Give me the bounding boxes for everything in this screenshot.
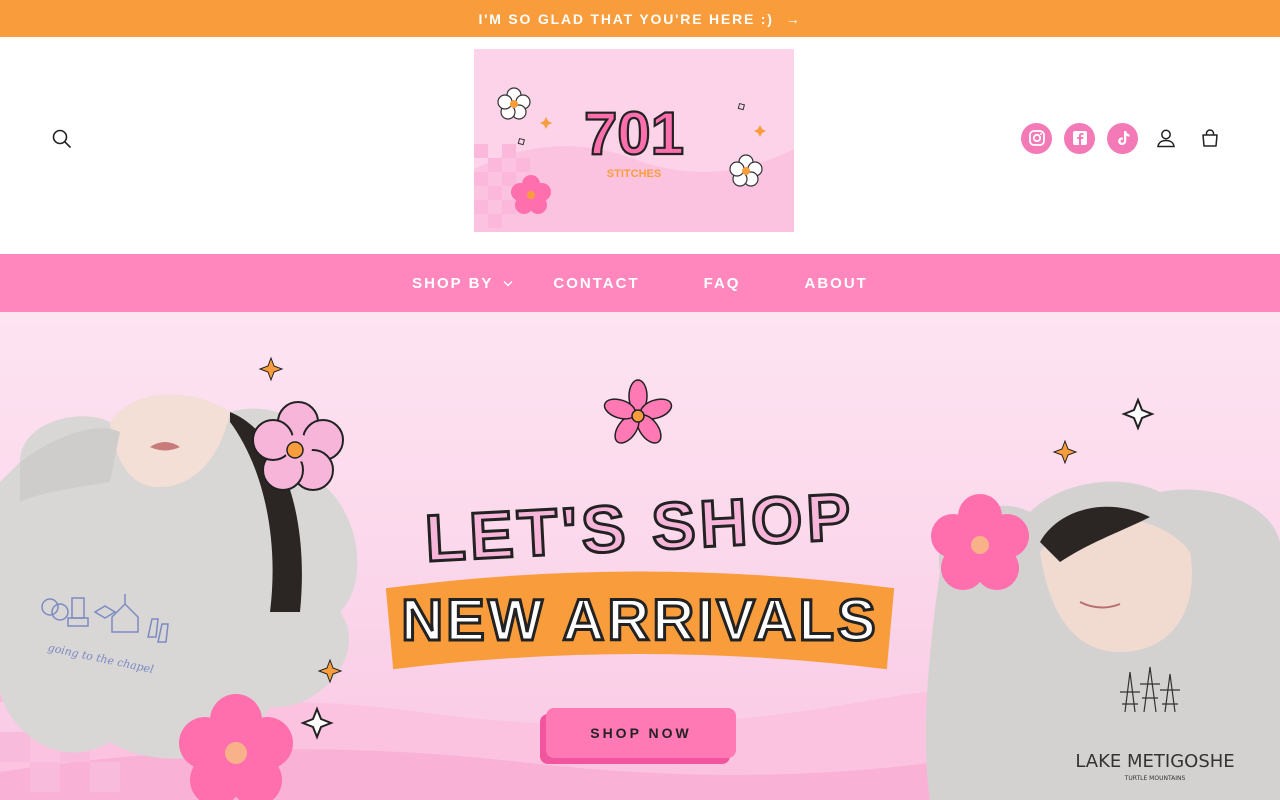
instagram-icon bbox=[1028, 130, 1045, 146]
right-photo-text: LAKE METIGOSHE bbox=[1075, 751, 1234, 772]
nav-label: CONTACT bbox=[553, 274, 640, 292]
tiktok-icon bbox=[1117, 131, 1129, 145]
account-icon bbox=[1157, 129, 1175, 148]
nav-label: FAQ bbox=[703, 274, 741, 292]
announcement-text: I'M SO GLAD THAT YOU'RE HERE :) bbox=[478, 10, 774, 27]
hero-headline-1: LET'S SHOP bbox=[423, 479, 856, 575]
logo-number: 701 bbox=[584, 100, 684, 167]
cart-button[interactable] bbox=[1194, 122, 1226, 154]
nav-item-about[interactable]: ABOUT bbox=[804, 275, 867, 292]
announcement-bar[interactable]: I'M SO GLAD THAT YOU'RE HERE :) → bbox=[0, 0, 1280, 37]
flower-decoration bbox=[603, 379, 673, 444]
search-button[interactable] bbox=[46, 123, 78, 155]
account-button[interactable] bbox=[1150, 122, 1182, 154]
chevron-down-icon bbox=[503, 280, 513, 286]
nav-item-faq[interactable]: FAQ bbox=[704, 275, 741, 292]
shop-now-button[interactable]: SHOP NOW bbox=[546, 708, 736, 758]
main-nav: SHOP BY CONTACT FAQ ABOUT bbox=[0, 254, 1280, 312]
search-icon bbox=[52, 129, 71, 148]
nav-label: ABOUT bbox=[804, 274, 868, 292]
nav-label: SHOP BY bbox=[412, 274, 494, 292]
site-header: 701 STITCHES bbox=[0, 37, 1280, 254]
header-icons bbox=[1021, 122, 1226, 154]
cart-icon bbox=[1202, 129, 1218, 147]
site-logo[interactable]: 701 STITCHES bbox=[474, 49, 794, 232]
nav-item-shop-by[interactable]: SHOP BY bbox=[412, 275, 513, 292]
logo-subtitle: STITCHES bbox=[607, 168, 661, 180]
right-photo-subtext: TURTLE MOUNTAINS bbox=[1124, 775, 1186, 782]
hero-headline-2: NEW ARRIVALS bbox=[401, 588, 878, 653]
instagram-link[interactable] bbox=[1021, 122, 1052, 154]
facebook-icon bbox=[1072, 131, 1087, 145]
hero-banner[interactable]: going to the chapel LAKE METIGOSHE TURTL… bbox=[0, 312, 1280, 800]
nav-item-contact[interactable]: CONTACT bbox=[553, 275, 639, 292]
facebook-link[interactable] bbox=[1064, 122, 1095, 154]
tiktok-link[interactable] bbox=[1107, 122, 1138, 154]
hero-headline: LET'S SHOP NEW ARRIVALS bbox=[385, 477, 895, 670]
arrow-right-icon: → bbox=[785, 10, 802, 27]
